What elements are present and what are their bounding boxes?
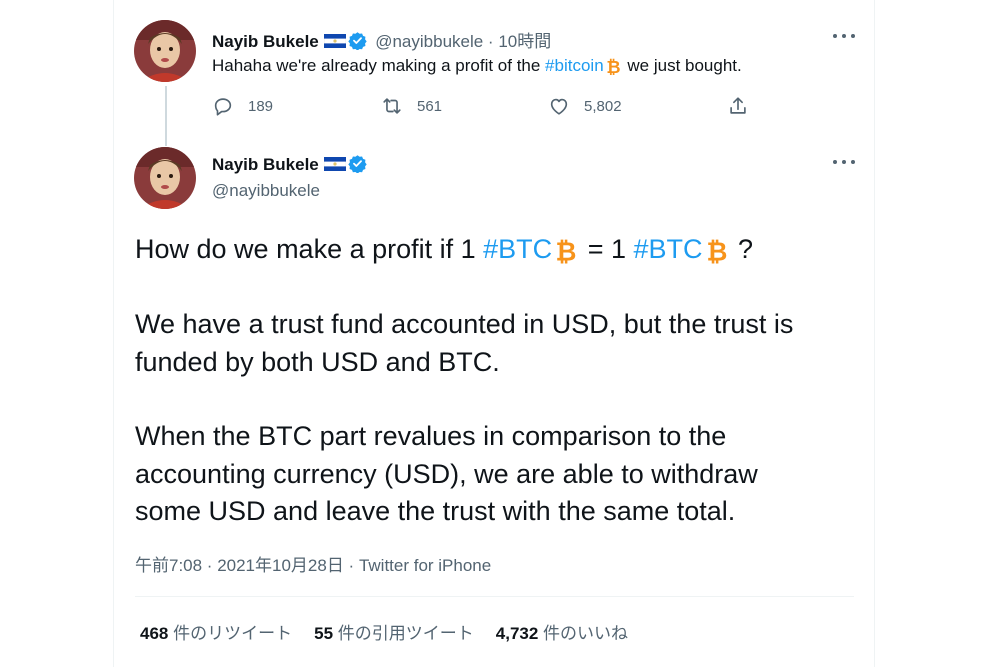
bitcoin-icon: ₿ (706, 237, 727, 265)
el-salvador-flag-icon (323, 157, 346, 171)
avatar[interactable] (134, 20, 196, 82)
retweet-icon (383, 98, 401, 114)
tweet-text: accounting currency (USD), we are able t… (135, 458, 758, 489)
hashtag-link[interactable]: #BTC (633, 234, 702, 264)
tweet-line-1: How do we make a profit if 1 #BTC ₿ = 1 #… (135, 231, 753, 269)
retweets-stat-label: 件のリツイート (173, 624, 293, 643)
verified-badge-icon (348, 155, 367, 173)
main-header: Nayib Bukele (212, 154, 367, 175)
tweet-text: We have a trust fund accounted in USD, b… (135, 309, 794, 339)
divider (135, 596, 854, 597)
retweets-stat[interactable]: 468 件のリツイート (140, 624, 292, 643)
avatar[interactable] (134, 147, 196, 209)
author-handle[interactable]: @nayibbukele (212, 181, 320, 201)
tweet-text: = 1 (580, 234, 634, 264)
likes-stat-count: 4,732 (495, 624, 539, 643)
reply-text-before: Hahaha we're already making a profit of … (212, 56, 546, 75)
quotes-stat[interactable]: 55 件の引用ツイート (314, 624, 474, 643)
more-icon[interactable] (833, 160, 855, 166)
quotes-stat-label: 件の引用ツイート (337, 624, 474, 643)
tweet-paragraph-3: When the BTC part revalues in comparison… (135, 418, 758, 531)
verified-badge-icon (348, 32, 367, 50)
like-count: 5,802 (584, 97, 622, 115)
likes-stat-label: 件のいいね (543, 624, 629, 643)
reply-text-after: we just bought. (622, 56, 742, 75)
reply-icon (214, 98, 232, 116)
hashtag-link[interactable]: #bitcoin (545, 56, 604, 75)
tweet-text: some USD and leave the trust with the sa… (135, 496, 736, 526)
tweet-paragraph-2: We have a trust fund accounted in USD, b… (135, 306, 793, 381)
bitcoin-icon: ₿ (556, 237, 577, 265)
like-button[interactable]: 5,802 (548, 94, 622, 118)
tweet-text: When the BTC part revalues in comparison… (135, 421, 727, 451)
avatar-image (134, 147, 196, 209)
tweet-text: funded by both USD and BTC. (135, 346, 500, 377)
handle-time[interactable]: @nayibbukele · 10時間 (375, 32, 551, 51)
retweet-button[interactable]: 561 (381, 94, 442, 118)
column-border-left (113, 0, 114, 667)
svg-text:₿: ₿ (556, 237, 577, 265)
reply-count: 189 (248, 97, 274, 115)
retweet-count: 561 (417, 97, 443, 115)
svg-text:₿: ₿ (606, 58, 620, 76)
avatar-image (134, 20, 196, 82)
reply-header: Nayib Bukele @nayibbukele · 10時間 (212, 27, 551, 52)
tweet-text: ? (730, 234, 754, 264)
thread-connector-line (165, 86, 167, 146)
column-border-right (874, 0, 875, 667)
more-icon[interactable] (833, 34, 855, 40)
bitcoin-icon: ₿ (606, 58, 620, 76)
author-name[interactable]: Nayib Bukele (212, 155, 319, 174)
quotes-stat-count: 55 (314, 624, 334, 643)
author-name[interactable]: Nayib Bukele (212, 32, 319, 51)
share-button[interactable] (727, 94, 763, 118)
reply-button[interactable]: 189 (212, 94, 273, 118)
tweet-timestamp-source[interactable]: 午前7:08 · 2021年10月28日 · Twitter for iPhon… (135, 551, 491, 576)
svg-text:₿: ₿ (706, 237, 727, 265)
retweets-stat-count: 468 (140, 624, 169, 643)
el-salvador-flag-icon (323, 34, 346, 48)
hashtag-link[interactable]: #BTC (483, 234, 552, 264)
like-icon (550, 98, 568, 115)
engagement-stats: 468 件のリツイート 55 件の引用ツイート 4,732 件のいいね (140, 619, 650, 644)
share-icon (730, 97, 746, 114)
tweet-text: How do we make a profit if 1 (135, 234, 484, 264)
reply-text: Hahaha we're already making a profit of … (212, 56, 742, 76)
likes-stat[interactable]: 4,732 件のいいね (496, 624, 628, 643)
